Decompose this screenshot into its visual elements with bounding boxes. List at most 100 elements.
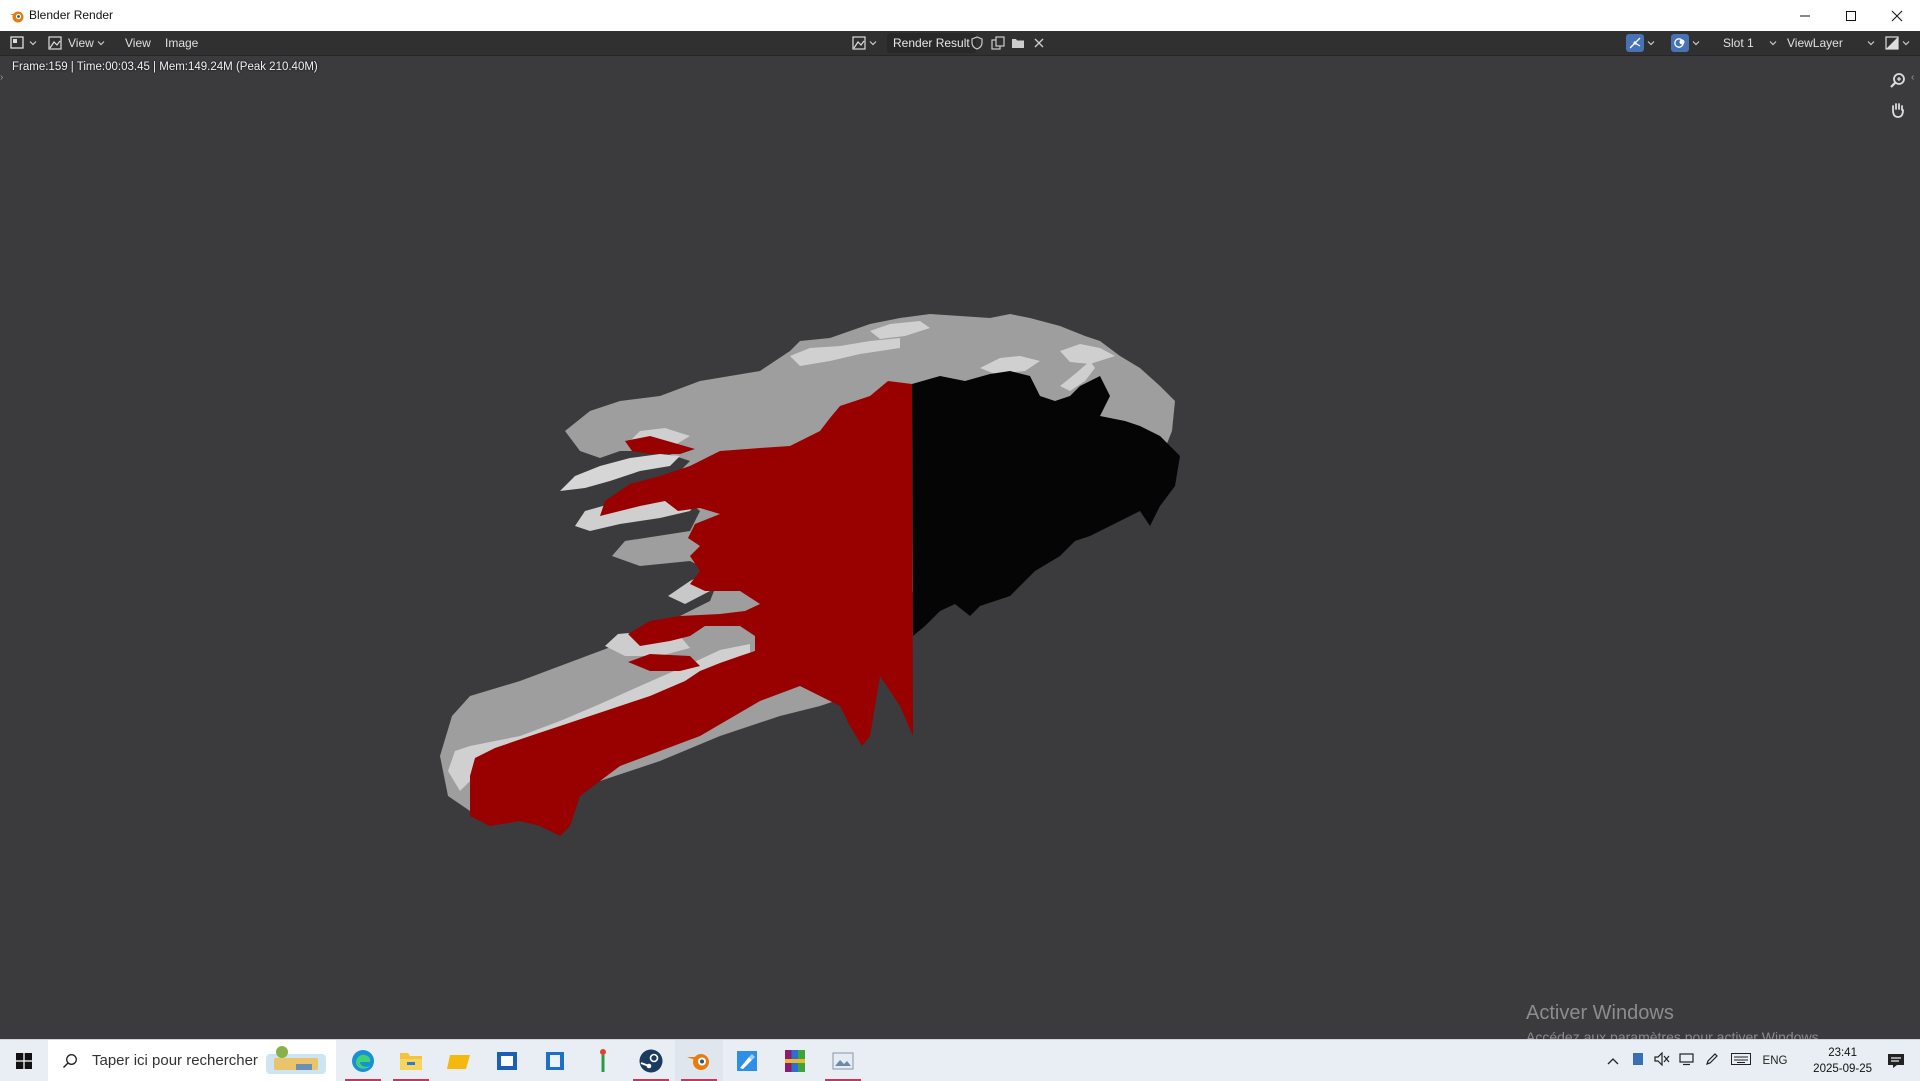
editor-type-button[interactable] [10, 33, 37, 53]
duplicate-icon [991, 36, 1005, 50]
image-mode-icon [48, 36, 62, 50]
pan-button[interactable] [1886, 98, 1910, 122]
fake-user-button[interactable] [970, 33, 984, 53]
display-channels-button[interactable] [1885, 33, 1910, 53]
pen-button[interactable] [1700, 1052, 1724, 1069]
touch-keyboard-button[interactable] [1724, 1053, 1758, 1068]
chevron-down-icon [1692, 41, 1700, 46]
file-explorer-icon [400, 1052, 422, 1070]
taskbar-steam[interactable] [627, 1040, 675, 1081]
clock-time: 23:41 [1828, 1047, 1857, 1059]
keyboard-icon [1731, 1053, 1751, 1065]
notifications-icon [1888, 1053, 1904, 1068]
close-icon [1891, 10, 1903, 21]
app-paint-icon [737, 1050, 757, 1071]
network-button[interactable] [1674, 1052, 1700, 1069]
menu-view[interactable]: View [121, 33, 155, 53]
taskbar-winrar[interactable] [771, 1040, 819, 1081]
view-layer-select[interactable]: ViewLayer [1781, 33, 1877, 53]
overlays-icon [1674, 38, 1685, 48]
minimize-button[interactable] [1782, 0, 1828, 31]
taskbar-folder[interactable] [435, 1040, 483, 1081]
windows-taskbar: Taper ici pour rechercher ENG 23:41 2025… [0, 1039, 1920, 1081]
start-button[interactable] [0, 1040, 48, 1081]
open-image-button[interactable] [1011, 33, 1026, 53]
system-tray: ENG [1600, 1040, 1792, 1081]
windows-logo-icon [16, 1052, 32, 1069]
chevron-down-icon [1902, 41, 1910, 46]
zoom-button[interactable] [1886, 68, 1910, 92]
blender-icon [687, 1053, 709, 1070]
clock-date: 2025-09-25 [1813, 1063, 1872, 1075]
image-browse-icon [852, 36, 866, 50]
chevron-down-icon [1769, 41, 1777, 46]
folder-open-icon [1012, 39, 1024, 48]
taskbar-app-blue2[interactable] [531, 1040, 579, 1081]
sidebar-expand-arrow[interactable]: ‹ [1911, 72, 1914, 83]
app-blue-icon [497, 1051, 517, 1070]
close-window-button[interactable] [1874, 0, 1920, 31]
watermark-title: Activer Windows [1526, 1002, 1674, 1024]
chevron-down-icon [869, 41, 877, 46]
tray-app-button[interactable] [1626, 1052, 1650, 1069]
taskbar-app-blue[interactable] [483, 1040, 531, 1081]
new-image-button[interactable] [991, 33, 1005, 53]
volume-muted-icon [1654, 1051, 1670, 1067]
hand-icon [1892, 103, 1904, 118]
zoom-icon [1890, 73, 1905, 88]
pen-icon [1706, 1053, 1718, 1065]
shield-icon [971, 36, 983, 50]
taskbar-file-explorer[interactable] [387, 1040, 435, 1081]
view-mode-button[interactable]: View [48, 33, 105, 53]
image-name-field[interactable]: Render Result [887, 33, 976, 53]
taskbar-blender[interactable] [675, 1040, 723, 1081]
taskbar-search[interactable]: Taper ici pour rechercher [48, 1040, 336, 1081]
chevron-down-icon [97, 41, 105, 46]
volume-button[interactable] [1650, 1051, 1674, 1069]
image-editor-icon [10, 36, 24, 49]
maximize-button[interactable] [1828, 0, 1874, 31]
app-blue2-icon [546, 1051, 564, 1070]
chevron-down-icon [1867, 41, 1875, 46]
app-image-icon [832, 1052, 854, 1069]
chevron-up-icon [1607, 1057, 1619, 1064]
close-icon [1034, 38, 1044, 48]
notifications-button[interactable] [1872, 1040, 1920, 1081]
blender-logo-icon [10, 11, 24, 23]
search-highlight-illustration [266, 1046, 326, 1074]
render-stats: Frame:159 | Time:00:03.45 | Mem:149.24M … [12, 61, 318, 73]
search-placeholder: Taper ici pour rechercher [92, 1052, 258, 1069]
winrar-icon [785, 1049, 805, 1072]
taskbar-app-paint[interactable] [723, 1040, 771, 1081]
image-browse-button[interactable] [852, 33, 877, 53]
render-result-image [440, 314, 1180, 836]
window-titlebar: Blender Render [0, 0, 1920, 32]
window-title: Blender Render [29, 8, 114, 22]
app-figure-icon [600, 1048, 606, 1072]
show-hidden-icons-button[interactable] [1600, 1054, 1626, 1068]
slot-label: Slot 1 [1723, 36, 1754, 50]
unlink-image-button[interactable] [1033, 33, 1045, 53]
gizmo-toggle[interactable] [1626, 33, 1655, 53]
menu-image[interactable]: Image [161, 33, 202, 53]
slot-select[interactable]: Slot 1 [1717, 33, 1779, 53]
language-indicator[interactable]: ENG [1758, 1055, 1792, 1067]
minimize-icon [1800, 15, 1810, 16]
image-viewport[interactable]: Activer Windows Accédez aux paramètres p… [0, 56, 1920, 1045]
search-icon [63, 1053, 77, 1068]
maximize-icon [1846, 10, 1856, 21]
view-mode-label: View [68, 36, 94, 50]
taskbar-clock[interactable]: 23:41 2025-09-25 [1813, 1045, 1872, 1077]
gizmo-icon [1629, 37, 1641, 49]
folder-icon [447, 1054, 470, 1069]
toolbar-expand-arrow[interactable]: › [0, 72, 3, 83]
tray-app-icon [1633, 1053, 1643, 1065]
chevron-down-icon [29, 41, 37, 46]
view-layer-label: ViewLayer [1787, 36, 1843, 50]
taskbar-edge[interactable] [339, 1040, 387, 1081]
taskbar-app-image[interactable] [819, 1040, 867, 1081]
chevron-down-icon [1647, 41, 1655, 46]
overlays-toggle[interactable] [1671, 33, 1700, 53]
steam-icon [639, 1049, 663, 1072]
taskbar-app-figure[interactable] [579, 1040, 627, 1081]
